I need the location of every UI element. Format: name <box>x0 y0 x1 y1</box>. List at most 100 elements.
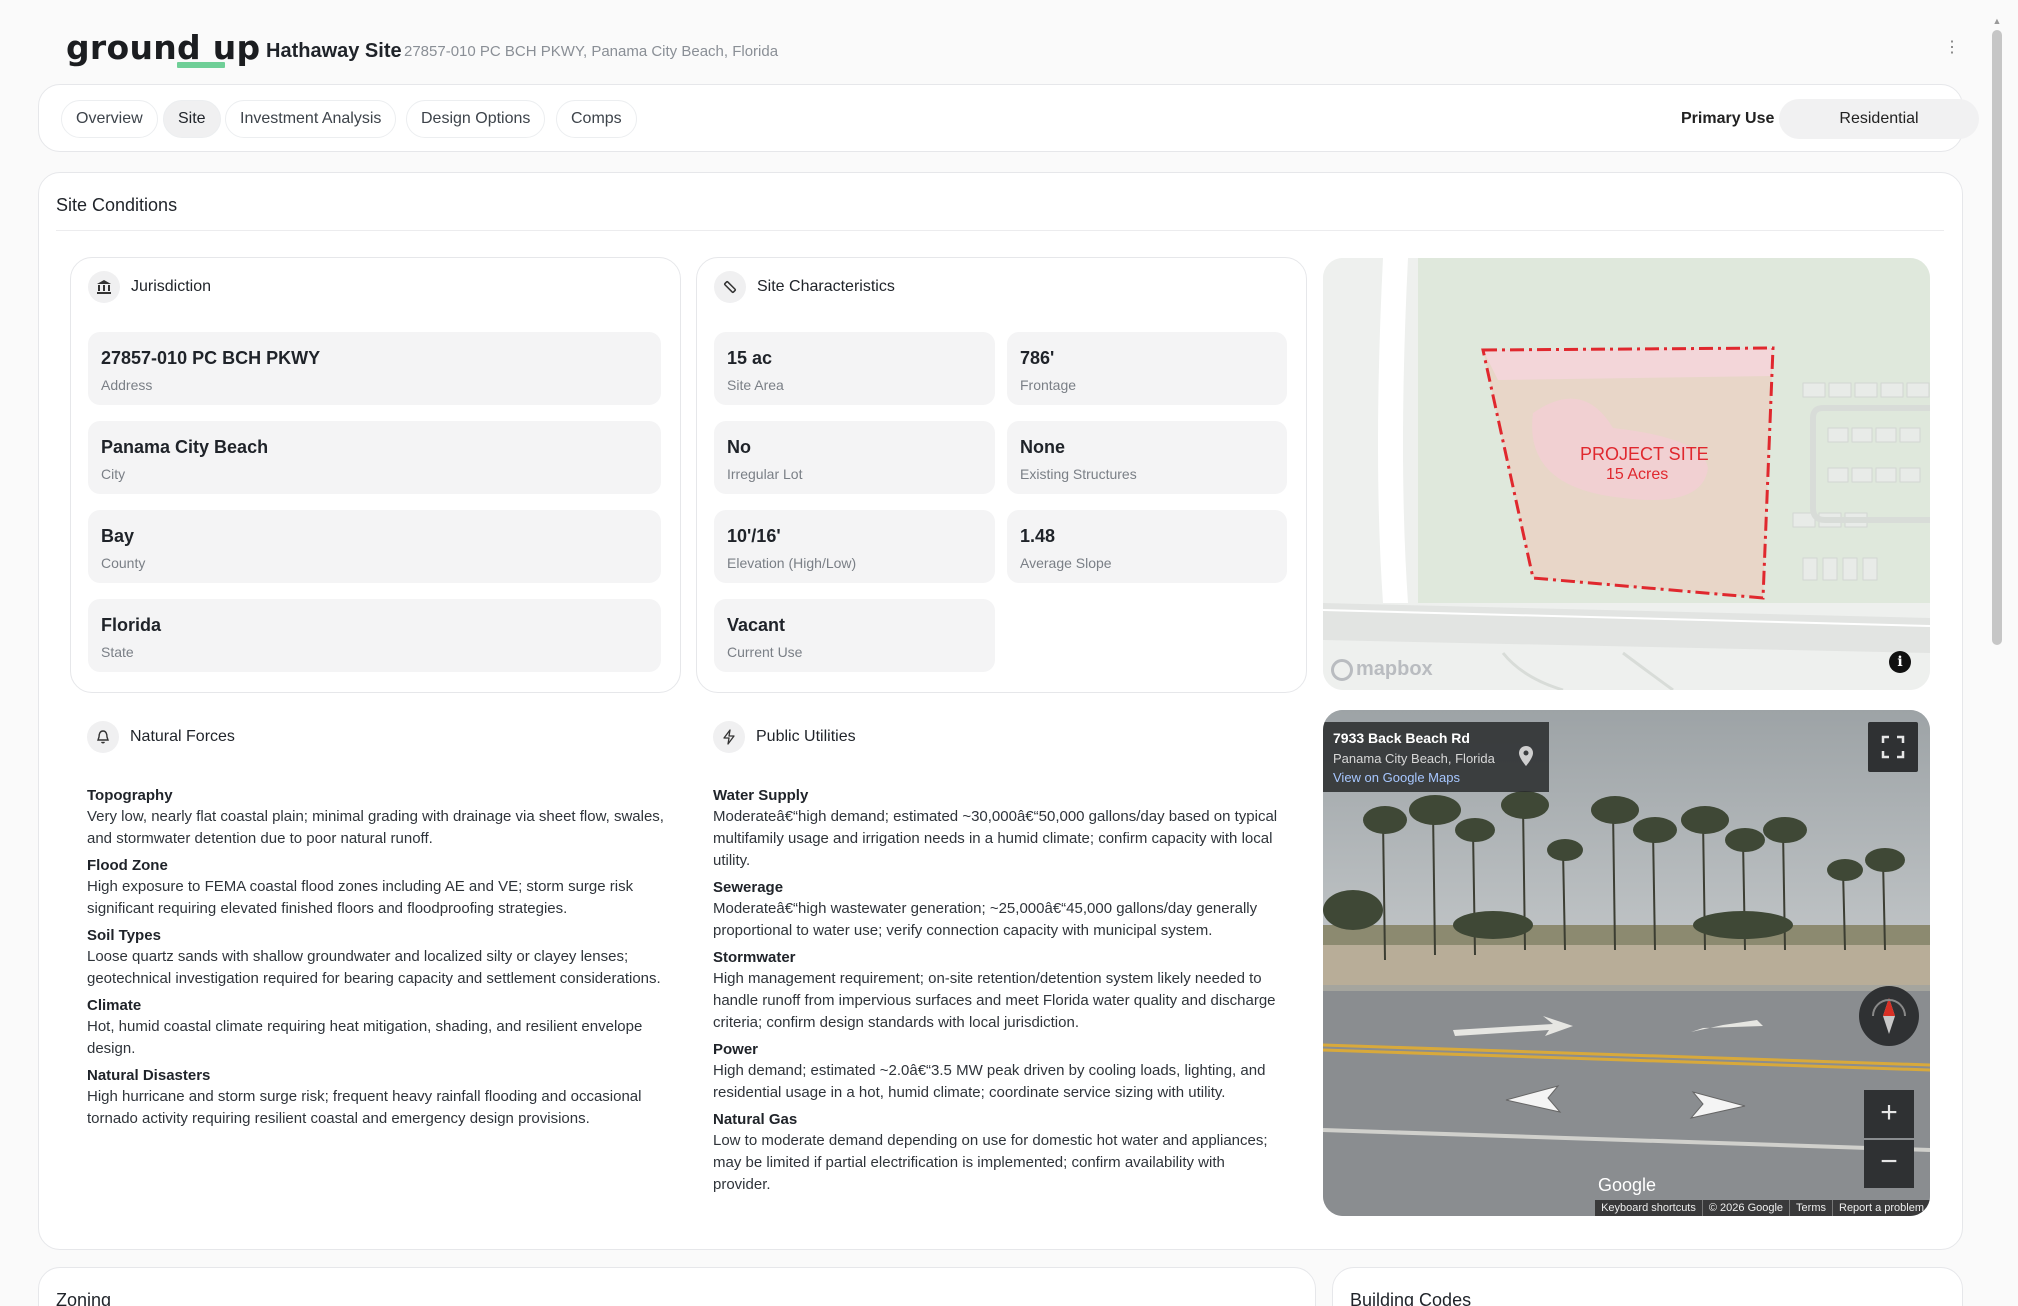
place-name: 7933 Back Beach Rd <box>1333 730 1470 746</box>
field-average-slope: 1.48 Average Slope <box>1007 510 1287 583</box>
tab-overview[interactable]: Overview <box>61 100 158 138</box>
site-address: 27857-010 PC BCH PKWY, Panama City Beach… <box>404 43 779 60</box>
keyboard-shortcuts-link[interactable]: Keyboard shortcuts <box>1595 1200 1702 1216</box>
field-irregular-lot: No Irregular Lot <box>714 421 995 494</box>
scroll-up-icon[interactable]: ▲ <box>1992 16 2002 26</box>
panel-title: Jurisdiction <box>131 278 212 295</box>
site-map[interactable]: PROJECT SITE 15 Acres mapbox i <box>1323 258 1930 690</box>
tab-site[interactable]: Site <box>163 100 221 138</box>
item-text: Hot, humid coastal climate requiring hea… <box>87 1018 643 1057</box>
compass-icon[interactable] <box>1859 986 1919 1046</box>
fullscreen-icon[interactable] <box>1868 722 1918 772</box>
field-address: 27857-010 PC BCH PKWY Address <box>88 332 661 405</box>
mapbox-wordmark: mapbox <box>1356 658 1433 680</box>
list-item: Flood Zone High exposure to FEMA coastal… <box>87 856 667 920</box>
mapbox-icon <box>1331 658 1353 681</box>
field-label: Average Slope <box>1020 555 1112 571</box>
item-title: Natural Disasters <box>87 1067 211 1084</box>
field-label: State <box>101 644 134 660</box>
terms-link[interactable]: Terms <box>1789 1200 1832 1216</box>
panel-title: Site Characteristics <box>757 278 895 295</box>
field-value: Panama City Beach <box>101 437 269 457</box>
field-label: Irregular Lot <box>727 466 803 482</box>
divider <box>56 230 1944 231</box>
natural-forces-section: Natural Forces Topography Very low, near… <box>70 708 681 1128</box>
bell-icon <box>87 721 119 753</box>
item-text: Low to moderate demand depending on use … <box>713 1132 1268 1193</box>
zoom-in-button[interactable]: + <box>1864 1090 1914 1138</box>
field-value: 27857-010 PC BCH PKWY <box>101 348 321 368</box>
info-icon[interactable]: i <box>1889 651 1911 673</box>
list-item: Power High demand; estimated ~2.0â€“3.5 … <box>713 1040 1283 1104</box>
item-text: Loose quartz sands with shallow groundwa… <box>87 948 661 987</box>
field-city: Panama City Beach City <box>88 421 661 494</box>
field-current-use: Vacant Current Use <box>714 599 995 672</box>
list-item: Sewerage Moderateâ€“high wastewater gene… <box>713 878 1283 942</box>
site-name: Hathaway Site <box>266 40 402 62</box>
map-pin-icon[interactable] <box>1519 746 1533 766</box>
copyright-text: © 2026 Google <box>1701 1200 1789 1216</box>
field-label: Existing Structures <box>1020 466 1137 482</box>
zoning-card: Zoning <box>38 1267 1316 1306</box>
project-site-acres: 15 Acres <box>1606 466 1669 483</box>
field-value: 15 ac <box>727 348 773 368</box>
tab-investment-analysis[interactable]: Investment Analysis <box>225 100 397 138</box>
view-on-google-maps-link[interactable]: View on Google Maps <box>1333 770 1460 785</box>
item-title: Sewerage <box>713 879 784 896</box>
field-value: Bay <box>101 526 135 546</box>
zoom-out-button[interactable]: − <box>1864 1140 1914 1188</box>
item-text: High exposure to FEMA coastal flood zone… <box>87 878 634 917</box>
item-title: Stormwater <box>713 949 796 966</box>
jurisdiction-panel: Jurisdiction 27857-010 PC BCH PKWY Addre… <box>70 257 681 693</box>
list-item: Stormwater High management requirement; … <box>713 948 1283 1034</box>
tab-design-options[interactable]: Design Options <box>406 100 546 138</box>
kebab-icon[interactable]: ⋮ <box>1944 38 1960 58</box>
logo-accent <box>177 62 225 68</box>
field-value: 1.48 <box>1020 526 1056 546</box>
mapbox-logo[interactable]: mapbox <box>1331 658 1433 681</box>
field-value: 786' <box>1020 348 1055 368</box>
field-state: Florida State <box>88 599 661 672</box>
field-county: Bay County <box>88 510 661 583</box>
field-label: Elevation (High/Low) <box>727 555 857 571</box>
report-problem-link[interactable]: Report a problem <box>1832 1200 1930 1216</box>
street-view[interactable]: 7933 Back Beach Rd Panama City Beach, Fl… <box>1323 710 1930 1216</box>
tab-comps[interactable]: Comps <box>556 100 637 138</box>
app-logo[interactable]: ground up <box>66 28 260 67</box>
page-scrollbar[interactable] <box>1992 30 2002 645</box>
item-title: Topography <box>87 787 173 804</box>
field-label: County <box>101 555 146 571</box>
field-value: 10'/16' <box>727 526 781 546</box>
field-label: Address <box>101 377 153 393</box>
field-label: Site Area <box>727 377 784 393</box>
list-item: Climate Hot, humid coastal climate requi… <box>87 996 667 1060</box>
nav-arrow-left-icon[interactable] <box>1498 1080 1568 1120</box>
lightning-icon <box>713 721 745 753</box>
building-codes-card: Building Codes <box>1332 1267 1963 1306</box>
list-item: Topography Very low, nearly flat coastal… <box>87 786 667 850</box>
field-label: Current Use <box>727 644 803 660</box>
field-value: Vacant <box>727 615 786 635</box>
tab-bar: Overview Site Investment Analysis Design… <box>38 84 1979 152</box>
item-text: Very low, nearly flat coastal plain; min… <box>87 808 664 847</box>
nav-arrow-right-icon[interactable] <box>1683 1086 1753 1126</box>
building-icon <box>88 271 120 303</box>
item-title: Climate <box>87 997 142 1014</box>
field-existing-structures: None Existing Structures <box>1007 421 1287 494</box>
field-value: None <box>1020 437 1065 457</box>
primary-use-select[interactable]: Residential <box>1779 99 1979 139</box>
field-elevation: 10'/16' Elevation (High/Low) <box>714 510 995 583</box>
field-label: Frontage <box>1020 377 1077 393</box>
item-text: High hurricane and storm surge risk; fre… <box>87 1088 642 1127</box>
public-utilities-section: Public Utilities Water Supply Moderateâ€… <box>696 708 1307 1193</box>
place-card: 7933 Back Beach Rd Panama City Beach, Fl… <box>1323 722 1549 792</box>
site-characteristics-panel: Site Characteristics 15 ac Site Area 786… <box>696 257 1307 693</box>
section-label: Public Utilities <box>756 728 856 745</box>
street-view-footer: Keyboard shortcuts © 2026 Google Terms R… <box>1595 1200 1930 1216</box>
item-title: Flood Zone <box>87 857 168 874</box>
section-title: Building Codes <box>1350 1290 1472 1306</box>
list-item: Natural Gas Low to moderate demand depen… <box>713 1110 1283 1196</box>
section-title: Site Conditions <box>56 195 178 215</box>
project-site-label: PROJECT SITE <box>1580 444 1709 464</box>
field-frontage: 786' Frontage <box>1007 332 1287 405</box>
